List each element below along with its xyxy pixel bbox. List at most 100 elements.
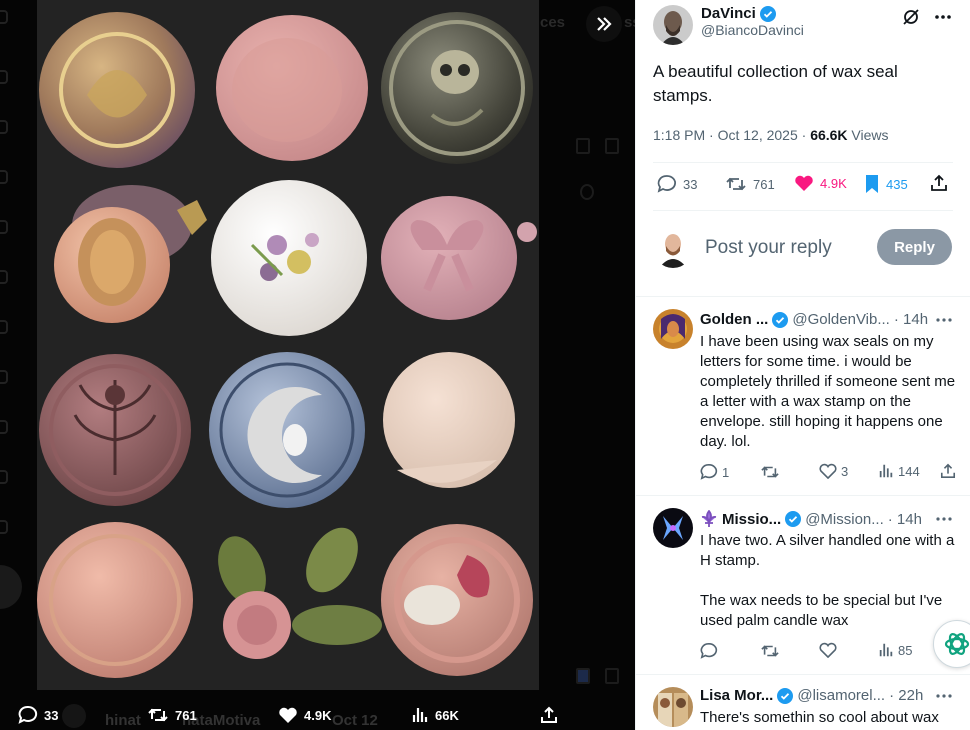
avatar-image: [653, 5, 693, 45]
reply-name[interactable]: Lisa Mor...: [700, 687, 773, 704]
post-timestamp[interactable]: 1:18 PM · Oct 12, 2025 ·: [653, 127, 810, 143]
post-panel: DaVinci @BiancoDavinci A beautiful colle…: [635, 0, 970, 730]
heart-icon: [819, 642, 837, 658]
background-text: ces: [540, 14, 566, 31]
background-avatar: [62, 704, 86, 728]
reply-icon: [657, 175, 676, 193]
viewer-views-button[interactable]: 66K: [411, 700, 459, 730]
reply-item[interactable]: Lisa Mor... @lisamorel... · 22h There's …: [636, 674, 970, 730]
reply-avatar[interactable]: [653, 687, 693, 727]
share-icon: [940, 463, 956, 479]
more-options-icon[interactable]: [935, 516, 953, 522]
grok-icon: [0, 270, 8, 284]
reply-avatar[interactable]: [653, 508, 693, 548]
repost-icon: [761, 466, 779, 478]
viewer-share-button[interactable]: [540, 700, 558, 730]
repost-icon: [761, 645, 779, 657]
repost-button[interactable]: [760, 463, 784, 481]
share-icon: [605, 668, 619, 684]
views-count: 144: [898, 463, 920, 479]
reply-icon: [700, 463, 718, 480]
reply-time[interactable]: · 22h: [889, 687, 923, 704]
repost-button[interactable]: 761: [725, 174, 775, 194]
more-options-icon[interactable]: [935, 317, 953, 323]
bookmark-filled-icon: [866, 175, 878, 193]
more-options-icon[interactable]: [935, 693, 953, 699]
reply-actions: 85: [700, 642, 958, 662]
bookmark-icon: [576, 138, 590, 154]
reply-handle[interactable]: @Mission...: [805, 511, 884, 528]
background-text: Oct 12: [332, 712, 378, 729]
reply-avatar[interactable]: [653, 309, 693, 349]
wax-seal-photo[interactable]: [37, 0, 539, 690]
reply-input[interactable]: Post your reply: [705, 237, 832, 259]
repost-count: 761: [175, 707, 197, 723]
reply-time[interactable]: · 14h: [888, 511, 922, 528]
expand-panel-button[interactable]: [586, 6, 622, 42]
post-views-count: 66.6K: [810, 127, 848, 143]
reply-time[interactable]: · 14h: [894, 311, 928, 328]
repost-count: 761: [753, 176, 775, 192]
reply-item[interactable]: Golden ... @GoldenVib... · 14h I have be…: [636, 296, 970, 495]
bookmark-icon: [576, 668, 590, 684]
verified-badge-icon: [785, 511, 802, 527]
reply-handle[interactable]: @GoldenVib...: [792, 311, 890, 328]
bookmark-icon: [0, 370, 8, 384]
person-icon: [0, 470, 8, 484]
avatar-image: [653, 228, 693, 268]
verified-badge-icon: [777, 687, 794, 704]
reply-text: I have two. A silver handled one with a …: [700, 532, 955, 629]
background-text: hinat: [105, 712, 141, 729]
grok-icon[interactable]: [902, 8, 920, 26]
post-views-label: Views: [847, 127, 889, 143]
bookmark-button[interactable]: 435: [864, 174, 908, 194]
views-button[interactable]: 85: [878, 642, 912, 658]
share-icon: [541, 706, 557, 723]
bell-icon: [0, 170, 8, 184]
author-avatar[interactable]: [653, 5, 693, 45]
reply-icon: [700, 642, 718, 659]
reply-header: Golden ... @GoldenVib... · 14h: [700, 311, 928, 328]
reply-actions: 1 3 144: [700, 463, 958, 483]
like-button[interactable]: 4.9K: [794, 174, 847, 192]
reply-button[interactable]: 33: [657, 174, 697, 194]
like-button[interactable]: [819, 642, 841, 658]
views-button[interactable]: 144: [878, 463, 920, 479]
verified-badge-icon: [759, 5, 776, 22]
reply-name[interactable]: Golden ...: [700, 311, 768, 328]
heart-icon: [819, 463, 837, 479]
home-icon: [0, 70, 8, 84]
like-count: 4.9K: [820, 175, 847, 191]
reply-icon: [18, 705, 38, 724]
grok-icon: [580, 184, 594, 200]
more-circle-icon: [0, 520, 8, 534]
views-chart-icon: [879, 643, 893, 657]
viewer-repost-button[interactable]: 761: [147, 700, 197, 730]
reply-name[interactable]: Missio...: [722, 511, 781, 528]
reply-count: 33: [683, 176, 698, 192]
reply-count: 1: [722, 464, 730, 480]
views-count: 85: [898, 642, 913, 658]
post-fab-ghost: [0, 565, 22, 609]
x-icon: [0, 320, 8, 334]
views-chart-icon: [879, 464, 893, 478]
reply-button[interactable]: 1: [700, 463, 729, 481]
repost-button[interactable]: [760, 642, 784, 660]
post-text: A beautiful collection of wax seal stamp…: [653, 62, 898, 105]
share-button[interactable]: [930, 174, 948, 192]
repost-icon: [148, 708, 168, 722]
share-button[interactable]: [940, 463, 956, 479]
share-icon: [605, 138, 619, 154]
reply-button[interactable]: [700, 642, 722, 660]
viewer-reply-button[interactable]: 33: [18, 700, 58, 730]
divider: [653, 162, 953, 163]
like-button[interactable]: 3: [819, 463, 848, 479]
post-author[interactable]: DaVinci @BiancoDavinci: [653, 5, 804, 45]
reply-handle[interactable]: @lisamorel...: [797, 687, 885, 704]
heart-filled-icon: [795, 175, 813, 191]
viewer-like-button[interactable]: 4.9K: [278, 700, 331, 730]
reply-item[interactable]: Missio... @Mission... · 14h I have two. …: [636, 495, 970, 674]
reply-submit-button[interactable]: Reply: [877, 229, 952, 265]
media-viewer: ces ss: [0, 0, 635, 730]
more-options-icon[interactable]: [934, 14, 952, 20]
